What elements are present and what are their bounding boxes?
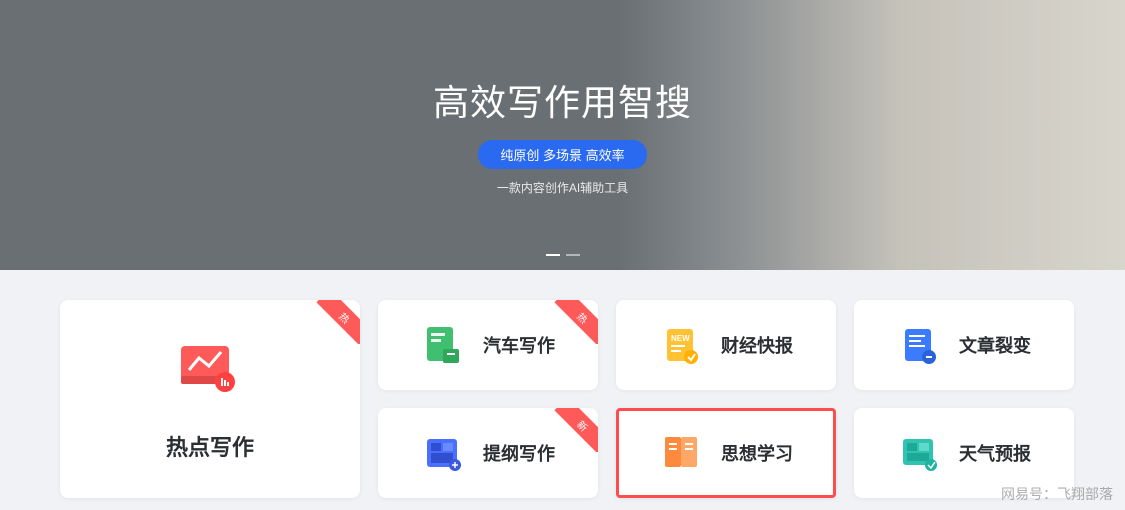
hero-subtitle: 一款内容创作AI辅助工具	[497, 179, 628, 196]
ribbon-new: 新	[554, 408, 598, 452]
card-label: 天气预报	[959, 440, 1031, 466]
dot-2[interactable]	[566, 254, 580, 256]
monitor-chart-icon	[175, 336, 245, 406]
layout-blue-icon	[421, 431, 465, 475]
panel-teal-icon	[897, 431, 941, 475]
svg-text:NEW: NEW	[671, 334, 690, 343]
card-article-split[interactable]: 文章裂变	[854, 300, 1074, 390]
card-label: 汽车写作	[483, 332, 555, 358]
card-label: 热点写作	[166, 430, 254, 462]
dot-1[interactable]	[546, 254, 560, 256]
card-label: 文章裂变	[959, 332, 1031, 358]
book-orange-icon	[659, 431, 703, 475]
card-label: 财经快报	[721, 332, 793, 358]
card-label: 思想学习	[721, 440, 793, 466]
card-finance-news[interactable]: NEW 财经快报	[616, 300, 836, 390]
hero-pill: 纯原创 多场景 高效率	[478, 140, 646, 169]
card-car-writing[interactable]: 热 汽车写作	[378, 300, 598, 390]
card-outline-writing[interactable]: 新 提纲写作	[378, 408, 598, 498]
ribbon-hot: 热	[316, 300, 360, 344]
card-hot-writing[interactable]: 热 热点写作	[60, 300, 360, 498]
hero-title: 高效写作用智搜	[433, 74, 692, 126]
hero-banner: 高效写作用智搜 纯原创 多场景 高效率 一款内容创作AI辅助工具	[0, 0, 1125, 270]
book-green-icon	[421, 323, 465, 367]
card-thought-study[interactable]: 思想学习	[616, 408, 836, 498]
carousel-dots[interactable]	[546, 254, 580, 256]
watermark: 网易号：飞翔部落	[1001, 484, 1113, 504]
doc-yellow-icon: NEW	[659, 323, 703, 367]
card-label: 提纲写作	[483, 440, 555, 466]
doc-blue-icon	[897, 323, 941, 367]
ribbon-hot: 热	[554, 300, 598, 344]
